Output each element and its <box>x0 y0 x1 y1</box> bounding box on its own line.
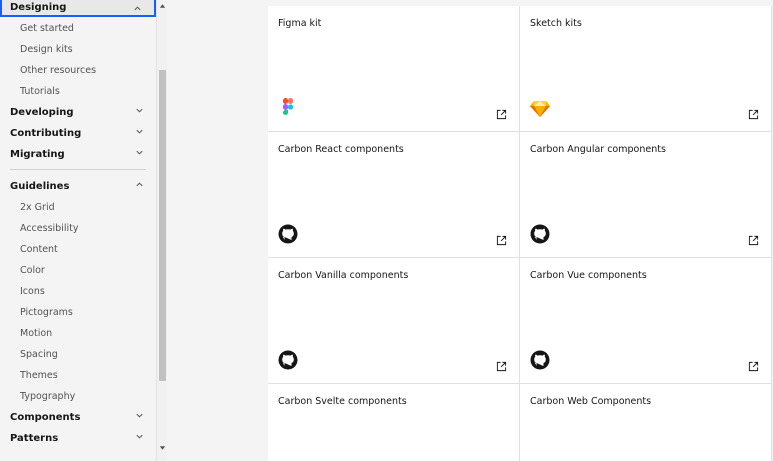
chevron-up-icon <box>134 6 141 11</box>
tile-carbon-angular-components[interactable]: Carbon Angular components <box>520 132 772 258</box>
tile-carbon-web-components[interactable]: Carbon Web Components <box>520 384 772 461</box>
launch-icon <box>748 109 759 120</box>
scroll-up-arrow-icon[interactable] <box>159 2 166 10</box>
tile-title: Carbon Angular components <box>530 144 666 155</box>
nav-designing[interactable]: Designing <box>0 0 156 17</box>
nav-migrating[interactable]: Migrating <box>0 144 156 164</box>
sketch-icon <box>530 101 550 117</box>
launch-icon <box>496 235 507 246</box>
launch-icon <box>748 361 759 372</box>
nav-item-pictograms[interactable]: Pictograms <box>20 302 73 322</box>
side-nav: Designing Get started Design kits Other … <box>0 0 156 461</box>
tile-carbon-svelte-components[interactable]: Carbon Svelte components <box>268 384 520 461</box>
tile-carbon-react-components[interactable]: Carbon React components <box>268 132 520 258</box>
launch-icon <box>496 361 507 372</box>
tile-title: Carbon React components <box>278 144 404 155</box>
nav-item-design-kits[interactable]: Design kits <box>20 39 73 59</box>
launch-icon <box>748 235 759 246</box>
figma-icon <box>283 98 294 115</box>
tile-title: Carbon Vanilla components <box>278 270 409 281</box>
nav-divider <box>10 169 146 170</box>
nav-item-themes[interactable]: Themes <box>20 365 58 385</box>
nav-item-2x-grid[interactable]: 2x Grid <box>20 197 55 217</box>
nav-item-typography[interactable]: Typography <box>20 386 75 406</box>
nav-contributing[interactable]: Contributing <box>0 123 156 143</box>
nav-item-spacing[interactable]: Spacing <box>20 344 58 364</box>
scroll-down-arrow-icon[interactable] <box>159 444 166 452</box>
tile-title: Sketch kits <box>530 18 582 29</box>
nav-item-icons[interactable]: Icons <box>20 281 45 301</box>
nav-designing-label: Designing <box>10 2 67 13</box>
chevron-down-icon <box>136 150 143 155</box>
tile-title: Carbon Svelte components <box>278 396 407 407</box>
sidebar-scrollbar[interactable] <box>156 0 167 461</box>
nav-item-color[interactable]: Color <box>20 260 45 280</box>
tile-title: Figma kit <box>278 18 322 29</box>
launch-icon <box>496 109 507 120</box>
chevron-up-icon <box>136 182 143 187</box>
tile-title: Carbon Web Components <box>530 396 652 407</box>
nav-guidelines[interactable]: Guidelines <box>0 176 156 196</box>
github-icon <box>278 224 298 244</box>
nav-developing[interactable]: Developing <box>0 102 156 122</box>
nav-components[interactable]: Components <box>0 407 156 427</box>
nav-item-accessibility[interactable]: Accessibility <box>20 218 78 238</box>
nav-item-content[interactable]: Content <box>20 239 58 259</box>
github-icon <box>278 350 298 370</box>
chevron-down-icon <box>136 129 143 134</box>
chevron-down-icon <box>136 108 143 113</box>
tile-carbon-vue-components[interactable]: Carbon Vue components <box>520 258 772 384</box>
github-icon <box>530 224 550 244</box>
tile-sketch-kits[interactable]: Sketch kits <box>520 6 772 132</box>
nav-patterns[interactable]: Patterns <box>0 428 156 448</box>
nav-item-get-started[interactable]: Get started <box>20 18 74 38</box>
nav-item-other-resources[interactable]: Other resources <box>20 60 96 80</box>
chevron-down-icon <box>136 413 143 418</box>
nav-item-motion[interactable]: Motion <box>20 323 52 343</box>
nav-item-tutorials[interactable]: Tutorials <box>20 81 60 101</box>
scrollbar-thumb[interactable] <box>159 70 166 381</box>
tile-figma-kit[interactable]: Figma kit <box>268 6 520 132</box>
github-icon <box>530 350 550 370</box>
tile-title: Carbon Vue components <box>530 270 647 281</box>
tile-carbon-vanilla-components[interactable]: Carbon Vanilla components <box>268 258 520 384</box>
chevron-down-icon <box>136 434 143 439</box>
